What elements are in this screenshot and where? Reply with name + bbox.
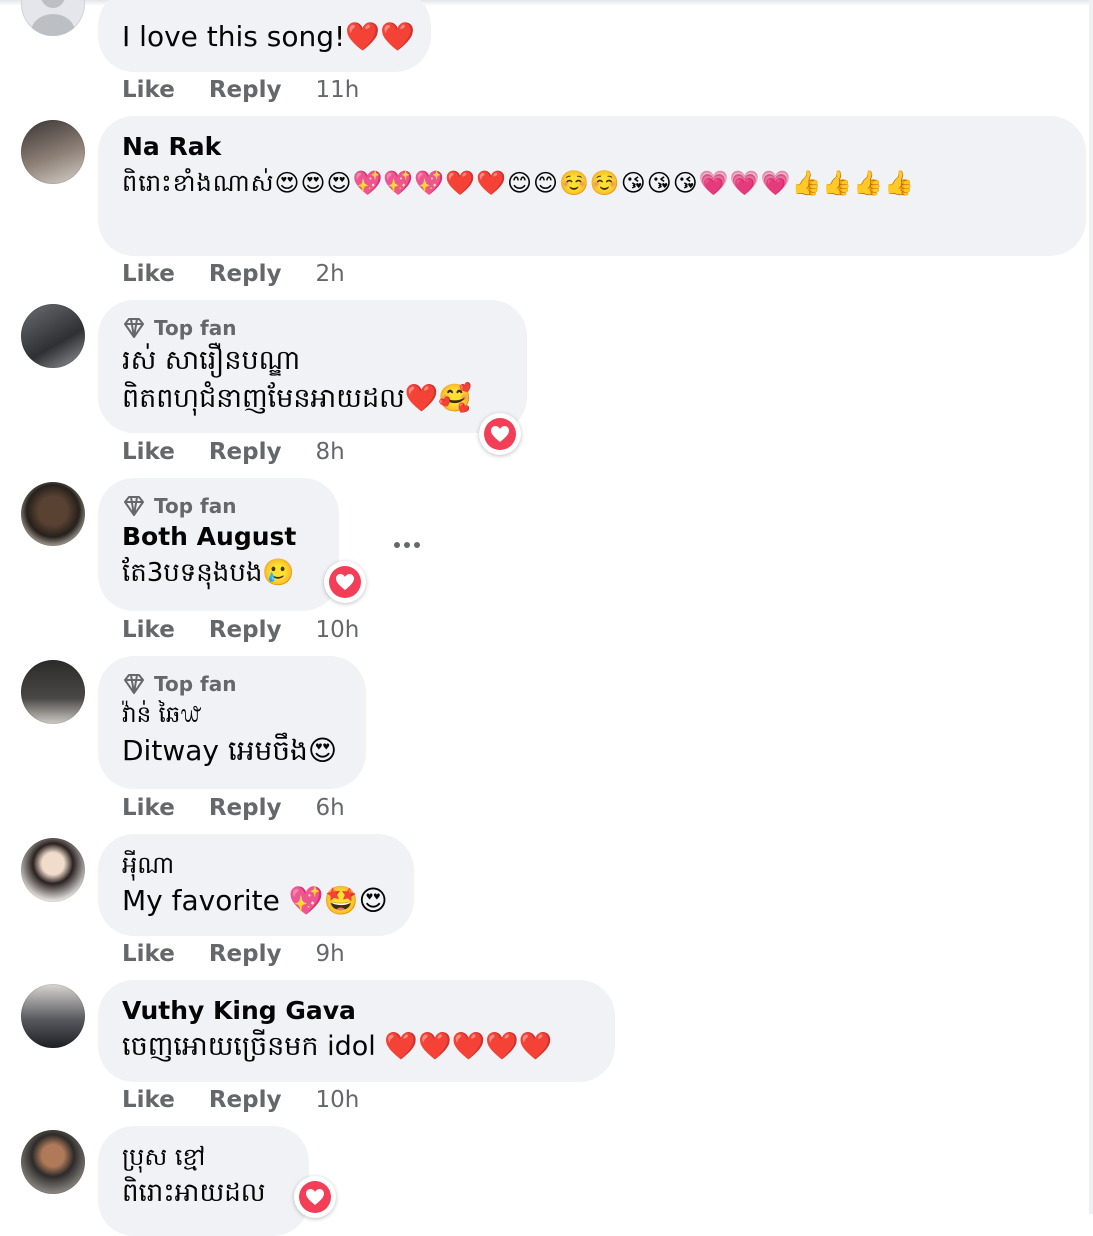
avatar[interactable] xyxy=(21,660,85,724)
reply-button[interactable]: Reply xyxy=(209,617,282,643)
avatar[interactable] xyxy=(21,482,85,546)
comment-actions: Like Reply 2h xyxy=(122,258,345,290)
reply-button[interactable]: Reply xyxy=(209,261,282,287)
scrollbar-track[interactable] xyxy=(1089,0,1093,1214)
avatar[interactable] xyxy=(21,1130,85,1194)
comment-text: តែ3បទនុងបង🥲 xyxy=(122,558,295,588)
top-fan-badge: Top fan xyxy=(122,670,342,698)
comment-bubble: Top fan Both August តែ3បទនុងបង🥲 xyxy=(98,478,339,611)
avatar[interactable] xyxy=(21,304,85,368)
reply-button[interactable]: Reply xyxy=(209,77,282,103)
diamond-icon xyxy=(124,674,144,694)
reaction-badge[interactable] xyxy=(294,1176,336,1218)
diamond-icon xyxy=(124,318,144,338)
avatar[interactable] xyxy=(21,838,85,902)
comment-bubble: Top fan វ៉ាន់ ឆៃ᭙ Ditway អេមចឹង😍 xyxy=(98,656,366,789)
reaction-badge[interactable] xyxy=(479,413,521,455)
timestamp[interactable]: 10h xyxy=(315,617,359,643)
comment-text: ពិតពហុជំនាញមែនអាយដល❤️🥰 xyxy=(122,383,473,414)
like-button[interactable]: Like xyxy=(122,261,175,287)
default-avatar-icon xyxy=(31,0,75,36)
reply-button[interactable]: Reply xyxy=(209,1087,282,1113)
comment-bubble: ប្រុស ខ្មៅ ពិរោះអាយដល xyxy=(98,1126,309,1236)
comment-bubble: Top fan រស់ សារឿនបណ្ឌា ពិតពហុជំនាញមែនអាយ… xyxy=(98,300,527,433)
avatar[interactable] xyxy=(21,984,85,1048)
reply-button[interactable]: Reply xyxy=(209,795,282,821)
comment-text: ពិរោះខាំងណាស់😍😍😍💖💖💖❤️❤️😊😊☺️☺️😘😘😘💗💗💗👍👍👍👍 xyxy=(122,169,915,197)
comment-author[interactable]: Both August xyxy=(122,520,315,554)
comment-text: I love this song!❤️❤️ xyxy=(122,20,415,53)
comment-bubble: អុីណា My favorite 💖🤩😍 xyxy=(98,834,414,936)
like-button[interactable]: Like xyxy=(122,1087,175,1113)
timestamp[interactable]: 10h xyxy=(315,1087,359,1113)
timestamp[interactable]: 11h xyxy=(315,77,359,103)
comment-author[interactable]: វ៉ាន់ ឆៃ᭙ xyxy=(122,698,342,732)
reaction-badge[interactable] xyxy=(324,561,366,603)
timestamp[interactable]: 6h xyxy=(315,795,344,821)
timestamp[interactable]: 2h xyxy=(315,261,344,287)
top-fan-badge: Top fan xyxy=(122,314,503,342)
comment-author[interactable]: អុីណា xyxy=(122,848,390,882)
like-button[interactable]: Like xyxy=(122,439,175,465)
avatar[interactable] xyxy=(21,0,85,36)
badge-label: Top fan xyxy=(154,494,237,518)
comment-actions: Like Reply 6h xyxy=(122,792,345,824)
comment-bubble: Na Rak ពិរោះខាំងណាស់😍😍😍💖💖💖❤️❤️😊😊☺️☺️😘😘😘💗… xyxy=(98,116,1086,256)
heart-icon xyxy=(336,574,354,590)
comment-text: ចេញអោយច្រើនមក idol ❤️❤️❤️❤️❤️ xyxy=(122,1031,553,1062)
comment-text: My favorite 💖🤩😍 xyxy=(122,884,388,917)
comment-actions: Like Reply 11h xyxy=(122,74,359,106)
comment-text: ពិរោះអាយដល xyxy=(122,1178,266,1208)
top-fan-badge: Top fan xyxy=(122,492,315,520)
comment-bubble: Vuthy King Gava ចេញអោយច្រើនមក idol ❤️❤️❤… xyxy=(98,980,615,1082)
like-button[interactable]: Like xyxy=(122,795,175,821)
comment-author[interactable]: ប្រុស ខ្មៅ xyxy=(122,1140,285,1174)
heart-icon xyxy=(491,426,509,442)
timestamp[interactable]: 9h xyxy=(315,941,344,967)
heart-icon xyxy=(306,1189,324,1205)
badge-label: Top fan xyxy=(154,672,237,696)
comment-author[interactable]: រស់ សារឿនបណ្ឌា xyxy=(122,342,503,380)
timestamp[interactable]: 8h xyxy=(315,439,344,465)
avatar[interactable] xyxy=(21,120,85,184)
comment-text: Ditway អេមចឹង😍 xyxy=(122,734,338,767)
comment-actions: Like Reply 10h xyxy=(122,614,359,646)
like-button[interactable]: Like xyxy=(122,617,175,643)
diamond-icon xyxy=(124,496,144,516)
reply-button[interactable]: Reply xyxy=(209,941,282,967)
comment-author[interactable]: Na Rak xyxy=(122,130,1062,164)
like-button[interactable]: Like xyxy=(122,941,175,967)
comment-bubble: I love this song!❤️❤️ xyxy=(98,0,431,72)
reply-button[interactable]: Reply xyxy=(209,439,282,465)
comment-actions: Like Reply 9h xyxy=(122,938,345,970)
comment-author[interactable]: Vuthy King Gava xyxy=(122,994,591,1028)
comment-actions: Like Reply 10h xyxy=(122,1084,359,1116)
like-button[interactable]: Like xyxy=(122,77,175,103)
more-options-icon[interactable] xyxy=(390,528,424,562)
comment-actions: Like Reply 8h xyxy=(122,436,345,468)
badge-label: Top fan xyxy=(154,316,237,340)
